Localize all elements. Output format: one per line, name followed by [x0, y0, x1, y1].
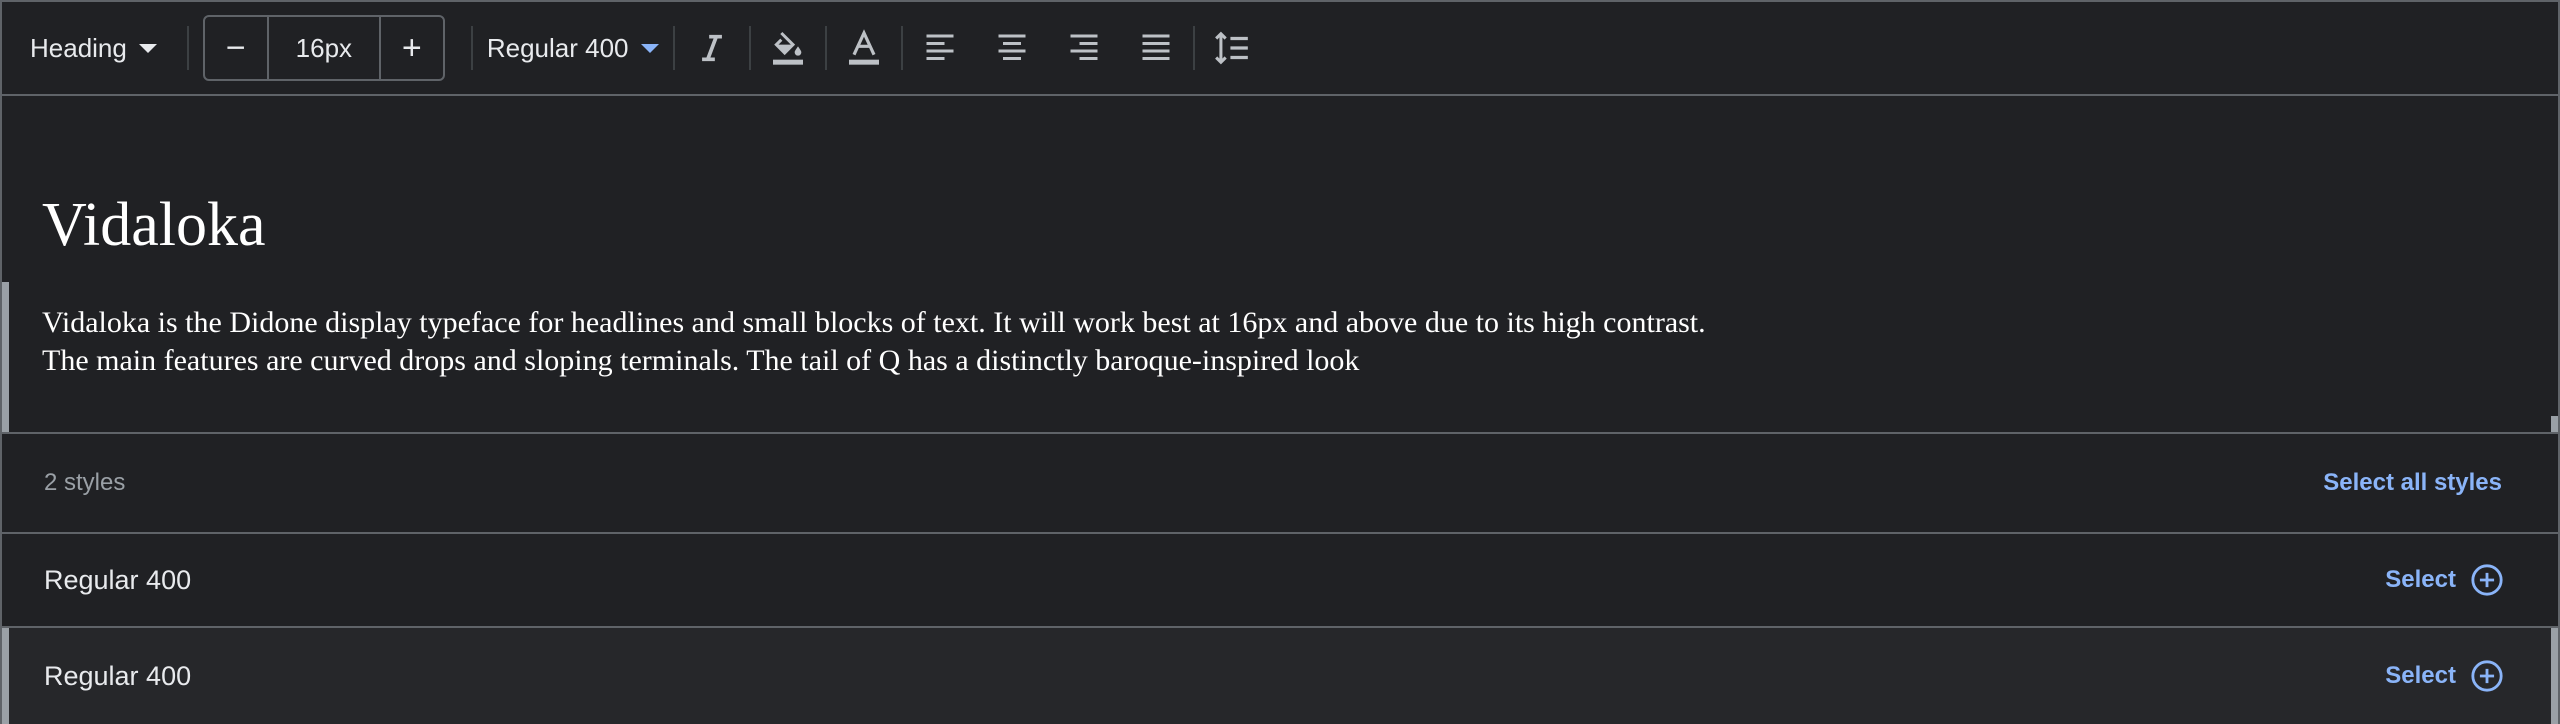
line-height-icon — [1214, 31, 1248, 65]
text-color-button[interactable] — [833, 17, 895, 79]
styles-count: 2 styles — [44, 469, 126, 496]
font-size-value[interactable]: 16px — [266, 17, 381, 79]
styles-header: 2 styles Select all styles — [2, 432, 2558, 534]
align-justify-button[interactable] — [1125, 17, 1187, 79]
select-style-button[interactable]: Select — [2385, 563, 2504, 597]
font-size-stepper: − 16px + — [202, 15, 445, 81]
increase-font-size-button[interactable]: + — [381, 17, 443, 79]
text-selection-marker — [2, 282, 9, 432]
align-left-icon — [926, 34, 954, 60]
paint-bucket-icon — [772, 31, 803, 65]
row-hover-marker — [2, 628, 9, 724]
text-toolbar: Heading − 16px + Regular 400 — [2, 2, 2558, 96]
text-color-icon — [848, 29, 879, 65]
align-right-button[interactable] — [1053, 17, 1115, 79]
align-center-icon — [998, 34, 1026, 60]
toolbar-divider — [748, 26, 751, 70]
scroll-indicator — [2551, 628, 2558, 724]
toolbar-divider — [186, 26, 189, 70]
toolbar-divider — [1192, 26, 1195, 70]
select-label: Select — [2385, 662, 2456, 689]
decrease-font-size-button[interactable]: − — [205, 17, 267, 79]
preview-paragraph[interactable]: Vidaloka is the Didone display typeface … — [42, 304, 2342, 380]
preview-line: The main features are curved drops and s… — [42, 344, 1360, 377]
text-style-dropdown[interactable]: Heading — [20, 18, 167, 78]
style-name: Regular 400 — [44, 660, 192, 691]
select-style-button[interactable]: Select — [2385, 659, 2504, 693]
align-left-button[interactable] — [909, 17, 971, 79]
font-weight-dropdown[interactable]: Regular 400 — [487, 18, 669, 78]
text-style-label: Heading — [30, 32, 127, 63]
italic-button[interactable] — [681, 17, 743, 79]
chevron-down-icon — [138, 43, 157, 53]
style-row: Regular 400 Select — [2, 628, 2558, 724]
toolbar-divider — [672, 26, 675, 70]
add-circle-icon — [2471, 660, 2503, 692]
select-label: Select — [2385, 566, 2456, 593]
scroll-indicator — [2551, 416, 2558, 432]
style-name: Regular 400 — [44, 564, 192, 595]
font-preview-area: Vidaloka Vidaloka is the Didone display … — [2, 98, 2558, 432]
font-preview-panel: Heading − 16px + Regular 400 Vidaloka Vi… — [0, 0, 2560, 724]
italic-icon — [701, 34, 722, 62]
preview-heading[interactable]: Vidaloka — [42, 190, 266, 261]
align-right-icon — [1070, 34, 1098, 60]
toolbar-divider — [824, 26, 827, 70]
style-row: Regular 400 Select — [2, 534, 2558, 628]
align-justify-icon — [1142, 34, 1170, 60]
fill-color-button[interactable] — [757, 17, 819, 79]
line-height-button[interactable] — [1201, 17, 1263, 79]
font-weight-label: Regular 400 — [486, 32, 629, 63]
preview-line: Vidaloka is the Didone display typeface … — [42, 306, 1706, 339]
add-circle-icon — [2471, 564, 2503, 596]
select-all-styles-link[interactable]: Select all styles — [2323, 469, 2502, 497]
align-center-button[interactable] — [981, 17, 1043, 79]
chevron-down-icon — [640, 43, 659, 53]
toolbar-divider — [470, 26, 473, 70]
toolbar-divider — [900, 26, 903, 70]
